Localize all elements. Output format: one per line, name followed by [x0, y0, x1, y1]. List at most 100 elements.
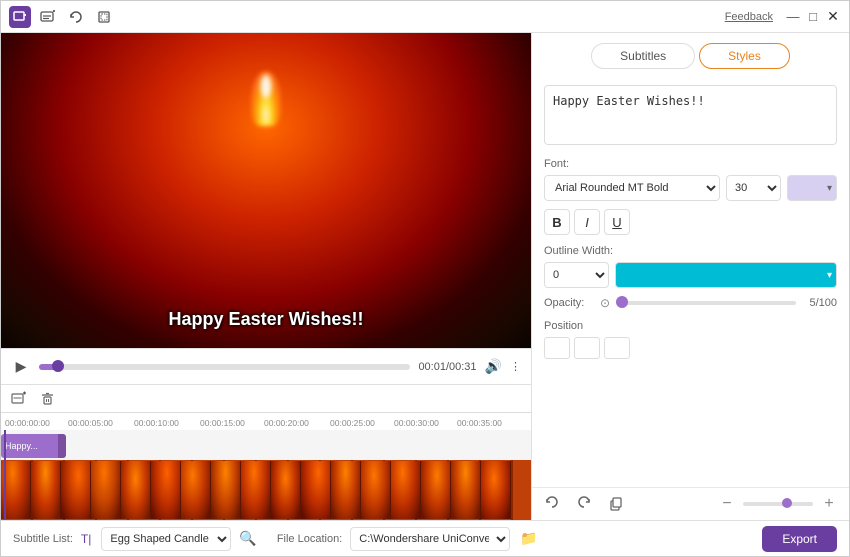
timeline-ruler[interactable]: 00:00:00:00 00:00:05:00 00:00:10:00 00:0…: [1, 412, 531, 430]
outline-section-label: Outline Width:: [544, 245, 837, 257]
feedback-link[interactable]: Feedback: [725, 11, 773, 23]
progress-bar[interactable]: [39, 364, 410, 370]
playhead: [4, 430, 6, 520]
zoom-in-button[interactable]: +: [817, 492, 841, 516]
title-bar-right: Feedback ― □ ✕: [725, 9, 841, 25]
subtitle-search-button[interactable]: 🔍: [239, 530, 256, 547]
opacity-slider-icon: ⊙: [600, 296, 610, 310]
opacity-slider-thumb: [616, 296, 628, 308]
candle-flame: [251, 71, 281, 126]
zoom-slider[interactable]: [743, 502, 813, 506]
video-area: Happy Easter Wishes!!: [1, 33, 531, 348]
pos-btn-1[interactable]: [544, 337, 570, 359]
italic-button[interactable]: I: [574, 209, 600, 235]
redo-button[interactable]: [572, 492, 596, 516]
pos-btn-3[interactable]: [604, 337, 630, 359]
underline-button[interactable]: U: [604, 209, 630, 235]
font-size-select[interactable]: 30: [726, 175, 781, 201]
ruler-marker-3: 00:00:15:00: [200, 418, 245, 428]
ruler-marker-2: 00:00:10:00: [134, 418, 179, 428]
zoom-out-button[interactable]: −: [715, 492, 739, 516]
film-frame: [421, 461, 451, 519]
format-buttons-row: B I U: [544, 209, 837, 235]
panel-tabs: Subtitles Styles: [532, 33, 849, 77]
app-window: Feedback ― □ ✕ Happy Easter Wishes!! ▶: [0, 0, 850, 557]
zoom-controls: − +: [715, 492, 841, 516]
film-frame: [31, 461, 61, 519]
crop-button[interactable]: [93, 6, 115, 28]
progress-thumb: [52, 360, 64, 372]
ruler-marker-1: 00:00:05:00: [68, 418, 113, 428]
status-bar: Subtitle List: T| Egg Shaped Candle M...…: [1, 520, 849, 556]
time-display: 00:01/00:31: [418, 361, 476, 373]
ruler-marker-0: 00:00:00:00: [5, 418, 50, 428]
rotate-button[interactable]: [65, 6, 87, 28]
position-label: Position: [544, 320, 837, 332]
export-button[interactable]: Export: [762, 526, 837, 552]
position-grid: [544, 337, 837, 359]
tab-subtitles[interactable]: Subtitles: [591, 43, 695, 69]
subtitle-clip-end: [58, 434, 66, 458]
close-button[interactable]: ✕: [825, 9, 841, 25]
ruler-marker-6: 00:00:30:00: [394, 418, 439, 428]
timeline-area[interactable]: Happy...: [1, 430, 531, 520]
bold-button[interactable]: B: [544, 209, 570, 235]
volume-icon[interactable]: 🔊: [485, 358, 502, 375]
outline-width-select[interactable]: 0: [544, 262, 609, 288]
film-frame: [211, 461, 241, 519]
film-frame: [301, 461, 331, 519]
font-color-picker[interactable]: ▾: [787, 175, 837, 201]
film-frame: [331, 461, 361, 519]
video-filmstrip: [1, 460, 531, 520]
zoom-thumb: [782, 498, 792, 508]
ruler-marker-4: 00:00:20:00: [264, 418, 309, 428]
toolbar-left: [540, 492, 628, 516]
opacity-row: Opacity: ⊙ 5/100: [544, 296, 837, 310]
left-panel: Happy Easter Wishes!! ▶ 00:01/00:31 🔊 ⋮: [1, 33, 531, 520]
font-family-select[interactable]: Arial Rounded MT Bold: [544, 175, 720, 201]
add-media-button[interactable]: [9, 6, 31, 28]
subtitle-track: Happy...: [1, 434, 531, 462]
copy-button[interactable]: [604, 492, 628, 516]
subtitle-delete-button[interactable]: [37, 389, 57, 409]
film-frame: [61, 461, 91, 519]
play-button[interactable]: ▶: [11, 357, 31, 377]
tab-styles[interactable]: Styles: [699, 43, 790, 69]
pos-btn-2[interactable]: [574, 337, 600, 359]
panel-toolbar: − +: [532, 487, 849, 520]
ruler-marker-7: 00:00:35:00: [457, 418, 502, 428]
ruler-marker-5: 00:00:25:00: [330, 418, 375, 428]
film-frame: [151, 461, 181, 519]
minimize-button[interactable]: ―: [785, 9, 801, 25]
title-bar-left: [9, 6, 115, 28]
color-dropdown-arrow: ▾: [827, 183, 832, 194]
outline-color-picker[interactable]: ▾: [615, 262, 837, 288]
film-frame: [271, 461, 301, 519]
film-frame: [451, 461, 481, 519]
file-location-label: File Location:: [277, 533, 342, 545]
undo-button[interactable]: [540, 492, 564, 516]
film-frame: [181, 461, 211, 519]
video-track: [1, 460, 531, 520]
add-subtitle-button[interactable]: [37, 6, 59, 28]
main-content: Happy Easter Wishes!! ▶ 00:01/00:31 🔊 ⋮: [1, 33, 849, 520]
subtitle-text-input[interactable]: Happy Easter Wishes!!: [544, 85, 837, 145]
subtitle-add-button[interactable]: [9, 389, 29, 409]
film-frame: [481, 461, 511, 519]
subtitle-clip[interactable]: Happy...: [1, 434, 66, 458]
subtitle-overlay: Happy Easter Wishes!!: [169, 309, 364, 330]
maximize-button[interactable]: □: [805, 9, 821, 25]
opacity-slider[interactable]: [616, 301, 796, 305]
subtitle-file-select[interactable]: Egg Shaped Candle M...: [101, 527, 231, 551]
controls-bar: ▶ 00:01/00:31 🔊 ⋮: [1, 348, 531, 384]
font-color-swatch: [793, 179, 825, 197]
settings-icon[interactable]: ⋮: [510, 360, 521, 373]
folder-icon[interactable]: 📁: [520, 530, 537, 547]
file-path-select[interactable]: C:\Wondershare UniConverter: [350, 527, 510, 551]
film-frame: [361, 461, 391, 519]
font-section-label: Font:: [544, 158, 837, 170]
opacity-value: 5/100: [802, 297, 837, 309]
font-row: Arial Rounded MT Bold 30 ▾: [544, 175, 837, 201]
outline-color-dropdown-arrow: ▾: [827, 270, 832, 281]
outline-row: 0 ▾: [544, 262, 837, 288]
